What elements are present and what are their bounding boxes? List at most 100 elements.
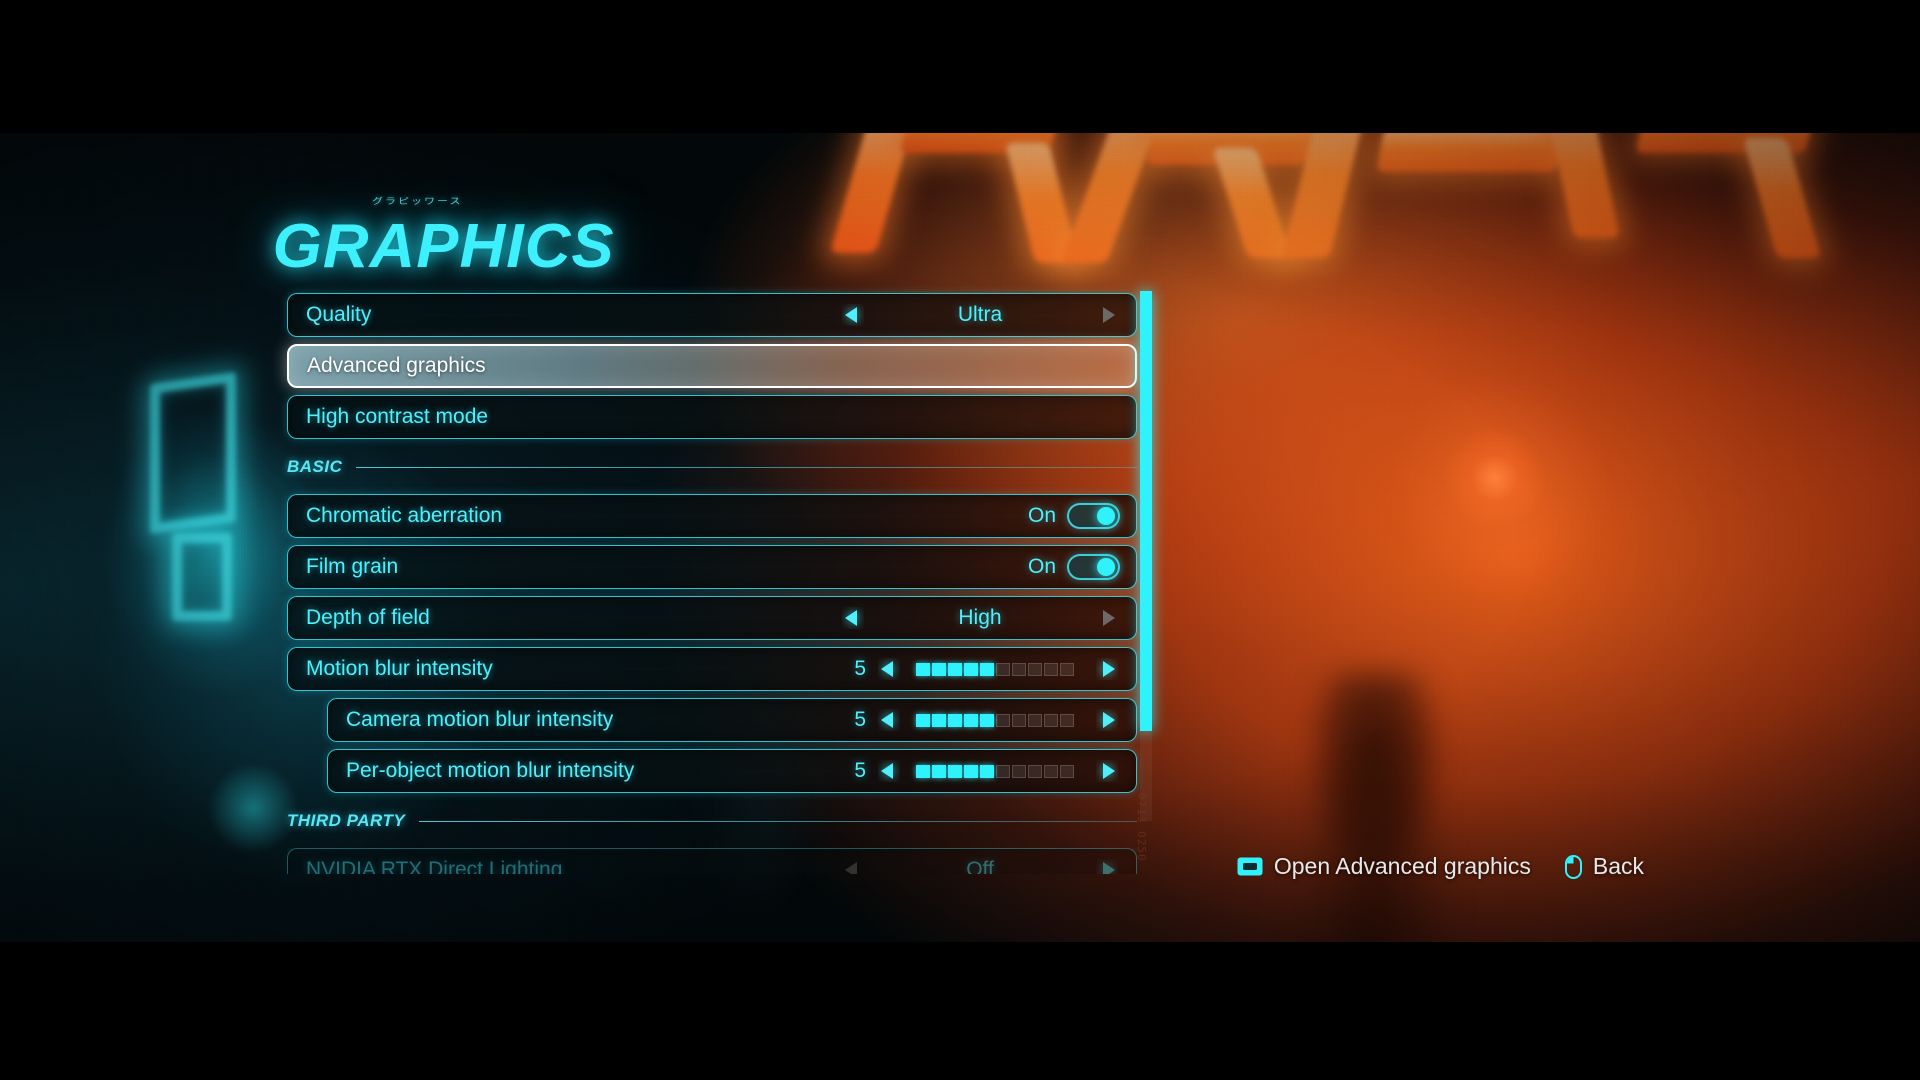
toggle-state-label: On: [1027, 555, 1056, 578]
slider-segment: [964, 713, 978, 727]
slider-segment: [932, 764, 946, 778]
toggle-control[interactable]: On: [1028, 554, 1120, 580]
option-row-high-contrast-mode[interactable]: High contrast mode: [287, 395, 1137, 439]
section-title: THIRD PARTY: [287, 811, 406, 830]
increment-arrow-icon[interactable]: [1094, 648, 1120, 690]
slider-segment: [996, 713, 1010, 727]
enter-key-icon: [1237, 857, 1263, 876]
slider-track[interactable]: [916, 662, 1076, 676]
increment-arrow-icon[interactable]: [1094, 750, 1120, 792]
page-title-block: グラピッワース GRAPHICS: [273, 193, 614, 282]
slider-segment: [1012, 764, 1026, 778]
section-header-basic: BASIC: [287, 448, 1137, 486]
option-label: High contrast mode: [306, 405, 489, 428]
slider-segment: [948, 662, 962, 676]
slider-segment: [1012, 713, 1026, 727]
footer-prompt-back[interactable]: Back: [1564, 853, 1644, 880]
slider-value: 5: [854, 708, 866, 731]
option-row-camera-motion-blur-intensity[interactable]: Camera motion blur intensity 5: [327, 698, 1137, 742]
slider-segment: [1060, 713, 1074, 727]
slider-segment: [932, 713, 946, 727]
option-label: Camera motion blur intensity: [346, 708, 614, 731]
option-row-film-grain[interactable]: Film grain On: [287, 545, 1137, 589]
toggle-state-label: On: [1027, 504, 1056, 527]
slider-segment: [948, 713, 962, 727]
slider-track[interactable]: [916, 713, 1076, 727]
increment-arrow-icon[interactable]: [1094, 699, 1120, 741]
slider-value: 5: [854, 759, 866, 782]
option-control: 5: [854, 699, 1136, 741]
slider-segment: [996, 662, 1010, 676]
increment-arrow-icon[interactable]: [1094, 294, 1120, 336]
page-title: GRAPHICS: [272, 212, 615, 281]
letterbox-top: [0, 0, 1920, 133]
option-row-quality[interactable]: Quality Ultra: [287, 293, 1137, 337]
option-label: Per-object motion blur intensity: [346, 759, 635, 782]
option-control: On: [1028, 546, 1136, 588]
option-label: Advanced graphics: [307, 354, 486, 377]
slider-segment: [1044, 764, 1058, 778]
section-header-third-party: THIRD PARTY: [287, 802, 1137, 840]
toggle-knob: [1097, 507, 1115, 525]
mouse-left-click-icon: [1564, 854, 1582, 879]
slider-segment: [1044, 662, 1058, 676]
option-control: On: [1028, 495, 1136, 537]
footer-prompt-label: Open Advanced graphics: [1273, 853, 1531, 879]
decrement-arrow-icon[interactable]: [876, 699, 902, 741]
slider-segment: [916, 764, 930, 778]
option-value: Ultra: [957, 303, 1003, 326]
decrement-arrow-icon[interactable]: [840, 294, 866, 336]
slider-segment: [916, 713, 930, 727]
toggle-control[interactable]: On: [1028, 503, 1120, 529]
toggle-switch[interactable]: [1067, 554, 1120, 580]
slider-track[interactable]: [916, 764, 1076, 778]
section-divider: [419, 820, 1137, 822]
slider-segment: [932, 662, 946, 676]
option-row-depth-of-field[interactable]: Depth of field High: [287, 596, 1137, 640]
decrement-arrow-icon[interactable]: [876, 648, 902, 690]
scrollbar-thumb[interactable]: [1140, 291, 1152, 731]
option-label: Motion blur intensity: [306, 657, 493, 680]
letterbox-bottom: [0, 942, 1920, 1080]
slider-segment: [1028, 713, 1042, 727]
increment-arrow-icon[interactable]: [1094, 597, 1120, 639]
slider-segment: [964, 662, 978, 676]
option-control: High: [840, 597, 1136, 639]
slider-segment: [1028, 662, 1042, 676]
option-control: Ultra: [840, 294, 1136, 336]
toggle-knob: [1097, 558, 1115, 576]
decrement-arrow-icon[interactable]: [840, 597, 866, 639]
slider-segment: [948, 764, 962, 778]
scrollbar-track[interactable]: [1140, 291, 1152, 821]
option-label: Quality: [306, 303, 372, 326]
title-decoration-text: グラピッワース: [372, 196, 463, 207]
toggle-switch[interactable]: [1067, 503, 1120, 529]
slider-segment: [1012, 662, 1026, 676]
slider-segment: [964, 764, 978, 778]
slider-segment: [1044, 713, 1058, 727]
scrollbar-decoration-text: 0713 0250: [1135, 793, 1148, 862]
enter-key-icon: [1237, 857, 1263, 876]
option-control: 5: [854, 648, 1136, 690]
options-list: Quality Ultra Advanced graphics High contra…: [287, 293, 1137, 874]
option-value: High: [958, 606, 1002, 629]
footer-prompt-open-advanced-graphics[interactable]: Open Advanced graphics: [1237, 853, 1531, 880]
section-divider: [356, 466, 1137, 468]
option-row-advanced-graphics[interactable]: Advanced graphics: [287, 344, 1137, 388]
slider-segment: [1060, 662, 1074, 676]
decrement-arrow-icon[interactable]: [876, 750, 902, 792]
slider-segment: [980, 764, 994, 778]
slider-segment: [1028, 764, 1042, 778]
slider-segment: [980, 662, 994, 676]
option-row-motion-blur-intensity[interactable]: Motion blur intensity 5: [287, 647, 1137, 691]
slider-segment: [916, 662, 930, 676]
option-control: 5: [854, 750, 1136, 792]
option-row-chromatic-aberration[interactable]: Chromatic aberration On: [287, 494, 1137, 538]
slider-segment: [996, 764, 1010, 778]
game-settings-screen: グラピッワース GRAPHICS Quality Ultra Advanced gr…: [0, 0, 1920, 1080]
option-row-per-object-motion-blur-intensity[interactable]: Per-object motion blur intensity 5: [327, 749, 1137, 793]
option-label: Film grain: [306, 555, 399, 578]
slider-value: 5: [854, 657, 866, 680]
mouse-left-click-icon: [1564, 854, 1582, 879]
section-title: BASIC: [287, 457, 343, 476]
